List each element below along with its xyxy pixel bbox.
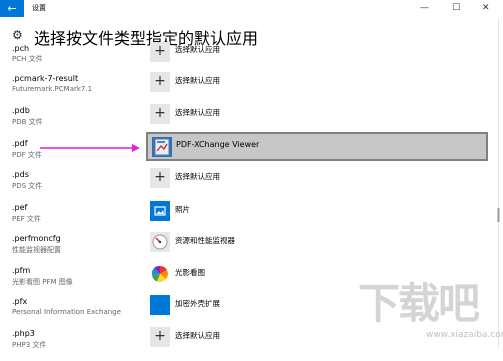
pdf-default-app-button[interactable]: PDF-XChange Viewer (146, 132, 488, 161)
default-app-label[interactable]: 选择默认应用 (175, 330, 220, 341)
default-app-label: PDF-XChange Viewer (176, 140, 260, 149)
default-app-label[interactable]: 加密外壳扩展 (175, 298, 220, 309)
default-app-label[interactable]: 选择默认应用 (175, 44, 220, 55)
file-type-description: PHP3 文件 (12, 341, 47, 349)
file-type-description: PDF 文件 (12, 151, 42, 159)
file-type-description: PCH 文件 (12, 55, 43, 63)
list-item-pcmark-7-result: .pcmark-7-result Futuremark.PCMark7.1 + … (0, 72, 500, 106)
file-extension: .php3 (12, 329, 35, 338)
file-type-description: 光影看图 PFM 图像 (12, 278, 73, 286)
file-extension: .perfmoncfg (12, 234, 61, 243)
file-type-description: PDB 文件 (12, 118, 43, 126)
default-app-label[interactable]: 选择默认应用 (175, 75, 220, 86)
default-app-label[interactable]: 光影看图 (175, 267, 205, 278)
watermark-url: www.xiazaiba.com (426, 330, 503, 340)
list-item-pds: .pds PDS 文件 + 选择默认应用 (0, 168, 500, 202)
plus-icon[interactable]: + (150, 42, 170, 62)
default-app-label[interactable]: 资源和性能监视器 (175, 235, 235, 246)
file-type-description: Personal Information Exchange (12, 308, 121, 316)
file-type-description: Futuremark.PCMark7.1 (12, 85, 93, 93)
default-app-label[interactable]: 选择默认应用 (175, 107, 220, 118)
file-extension: .pef (12, 203, 28, 212)
plus-icon[interactable]: + (150, 168, 170, 188)
photos-icon[interactable] (150, 201, 170, 221)
photo-viewer-icon[interactable] (150, 264, 170, 284)
file-type-description: 性能监视器配置 (12, 246, 61, 254)
file-extension: .pfm (12, 266, 31, 275)
file-extension: .pdf (12, 139, 28, 148)
file-extension: .pdb (12, 106, 30, 115)
list-item-pch: .pch PCH 文件 + 选择默认应用 (0, 42, 500, 76)
watermark-logo-text: 下载吧 (358, 279, 480, 328)
annotation-arrow-icon (40, 144, 140, 152)
file-type-description: PEF 文件 (12, 215, 41, 223)
list-item-perfmoncfg: .perfmoncfg 性能监视器配置 资源和性能监视器 (0, 232, 500, 266)
file-extension: .pcmark-7-result (12, 74, 79, 83)
list-item-pef: .pef PEF 文件 照片 (0, 201, 500, 235)
file-extension: .pfx (12, 297, 28, 306)
file-extension: .pch (12, 44, 30, 53)
file-extension: .pds (12, 170, 29, 179)
plus-icon[interactable]: + (150, 104, 170, 124)
default-app-label[interactable]: 选择默认应用 (175, 171, 220, 182)
crypto-shell-icon[interactable] (150, 295, 170, 315)
performance-monitor-icon[interactable] (150, 232, 170, 252)
watermark: 下载吧 www.xiazaiba.com (358, 270, 503, 348)
pdf-xchange-icon (152, 137, 172, 157)
plus-icon[interactable]: + (150, 327, 170, 347)
plus-icon[interactable]: + (150, 72, 170, 92)
default-app-label[interactable]: 照片 (175, 204, 190, 215)
file-type-description: PDS 文件 (12, 182, 43, 190)
